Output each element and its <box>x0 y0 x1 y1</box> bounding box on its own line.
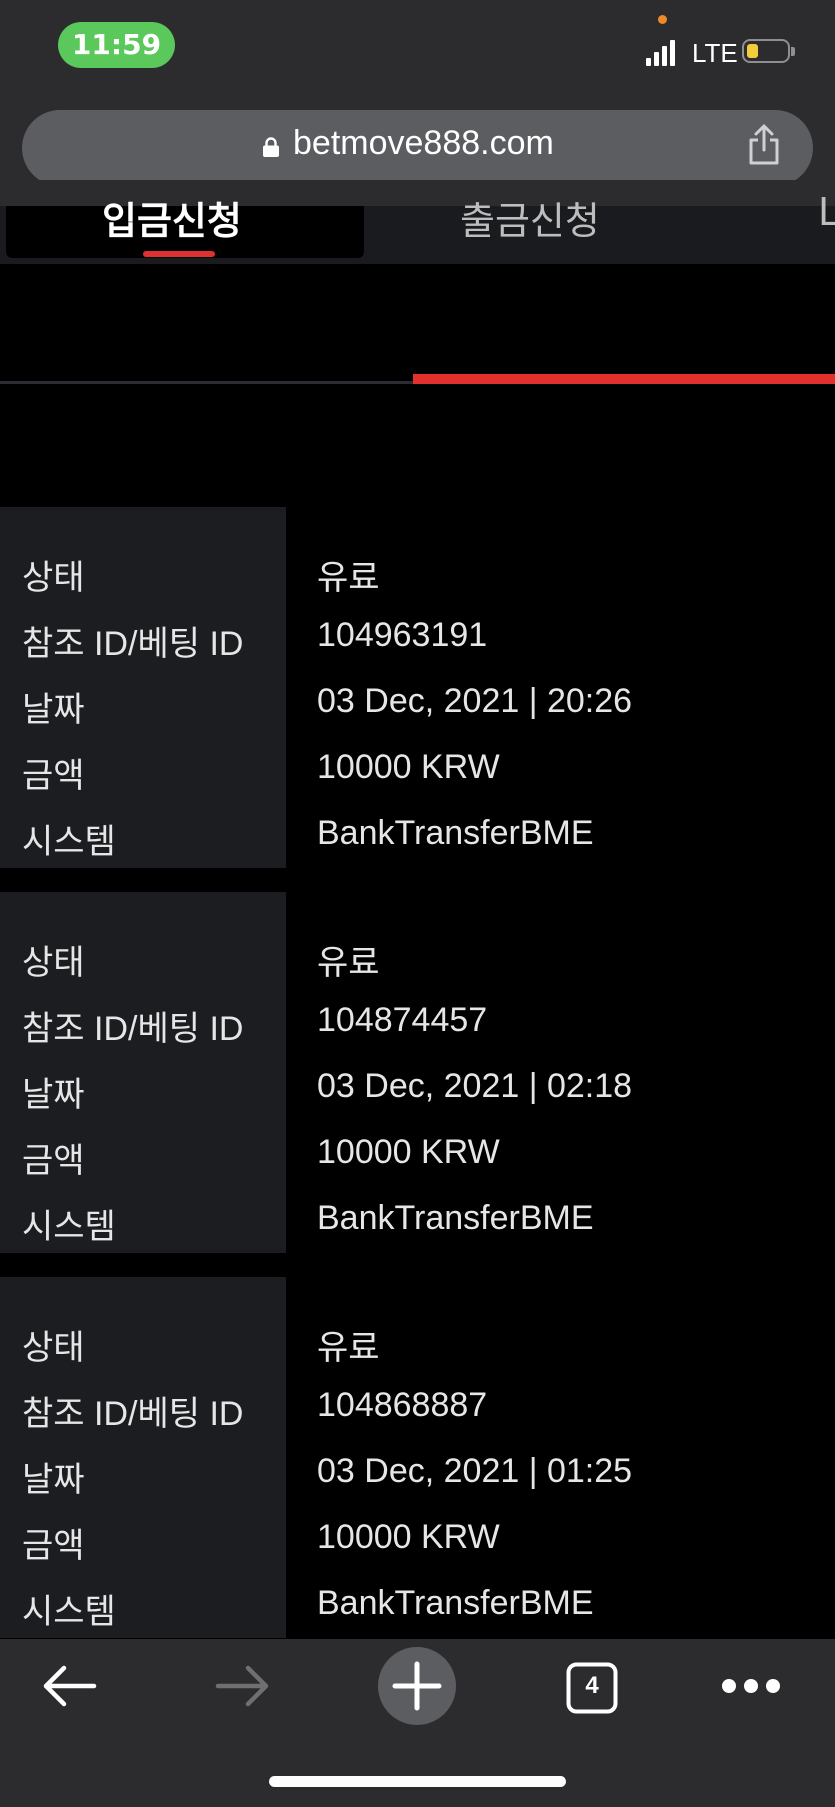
status-value: 유료 <box>317 559 380 597</box>
reference-id-label: 참조 ID/베팅 ID <box>22 1010 244 1048</box>
amount-value: 10000 KRW <box>317 1133 500 1171</box>
status-label: 상태 <box>22 944 85 982</box>
plus-icon[interactable] <box>391 1660 443 1712</box>
date-label: 날짜 <box>22 1076 85 1114</box>
date-value: 03 Dec, 2021 | 01:25 <box>317 1452 633 1490</box>
system-value: BankTransferBME <box>317 1584 594 1622</box>
status-label: 상태 <box>22 559 85 597</box>
reference-id-value: 104963191 <box>317 616 488 654</box>
amount-value: 10000 KRW <box>317 748 500 786</box>
status-value: 유료 <box>317 944 380 982</box>
reference-id-label: 참조 ID/베팅 ID <box>22 625 244 663</box>
date-value: 03 Dec, 2021 | 20:26 <box>317 682 633 720</box>
amount-label: 금액 <box>22 757 85 795</box>
back-arrow-icon[interactable] <box>40 1663 98 1709</box>
network-type: LTE <box>692 38 738 68</box>
status-label: 상태 <box>22 1329 85 1367</box>
date-value: 03 Dec, 2021 | 02:18 <box>317 1067 633 1105</box>
status-value: 유료 <box>317 1329 380 1367</box>
battery-fill <box>747 44 758 58</box>
tab-count[interactable]: 4 <box>566 1672 618 1700</box>
tab-more[interactable]: L <box>818 190 835 234</box>
system-label: 시스템 <box>22 1593 116 1631</box>
amount-label: 금액 <box>22 1142 85 1180</box>
home-indicator[interactable] <box>269 1776 566 1787</box>
active-tab-indicator <box>143 251 215 257</box>
progress-indicator <box>413 374 835 384</box>
reference-id-label: 참조 ID/베팅 ID <box>22 1395 244 1433</box>
reference-id-value: 104874457 <box>317 1001 488 1039</box>
system-label: 시스템 <box>22 823 116 861</box>
status-time: 11:59 <box>58 22 175 68</box>
amount-value: 10000 KRW <box>317 1518 500 1556</box>
date-label: 날짜 <box>22 1461 85 1499</box>
tab-deposit-label[interactable]: 입금신청 <box>102 190 242 245</box>
privacy-indicator-dot <box>658 15 667 24</box>
lock-icon <box>263 137 279 157</box>
signal-icon <box>646 40 675 66</box>
system-value: BankTransferBME <box>317 814 594 852</box>
battery-icon <box>742 39 795 63</box>
system-label: 시스템 <box>22 1208 116 1246</box>
amount-label: 금액 <box>22 1527 85 1565</box>
more-options-icon[interactable] <box>720 1677 782 1695</box>
date-label: 날짜 <box>22 691 85 729</box>
tab-withdrawal[interactable]: 출금신청 <box>460 190 600 245</box>
forward-arrow-icon[interactable] <box>214 1663 272 1709</box>
share-icon[interactable] <box>746 124 782 166</box>
url-text[interactable]: betmove888.com <box>293 124 554 163</box>
reference-id-value: 104868887 <box>317 1386 488 1424</box>
system-value: BankTransferBME <box>317 1199 594 1237</box>
